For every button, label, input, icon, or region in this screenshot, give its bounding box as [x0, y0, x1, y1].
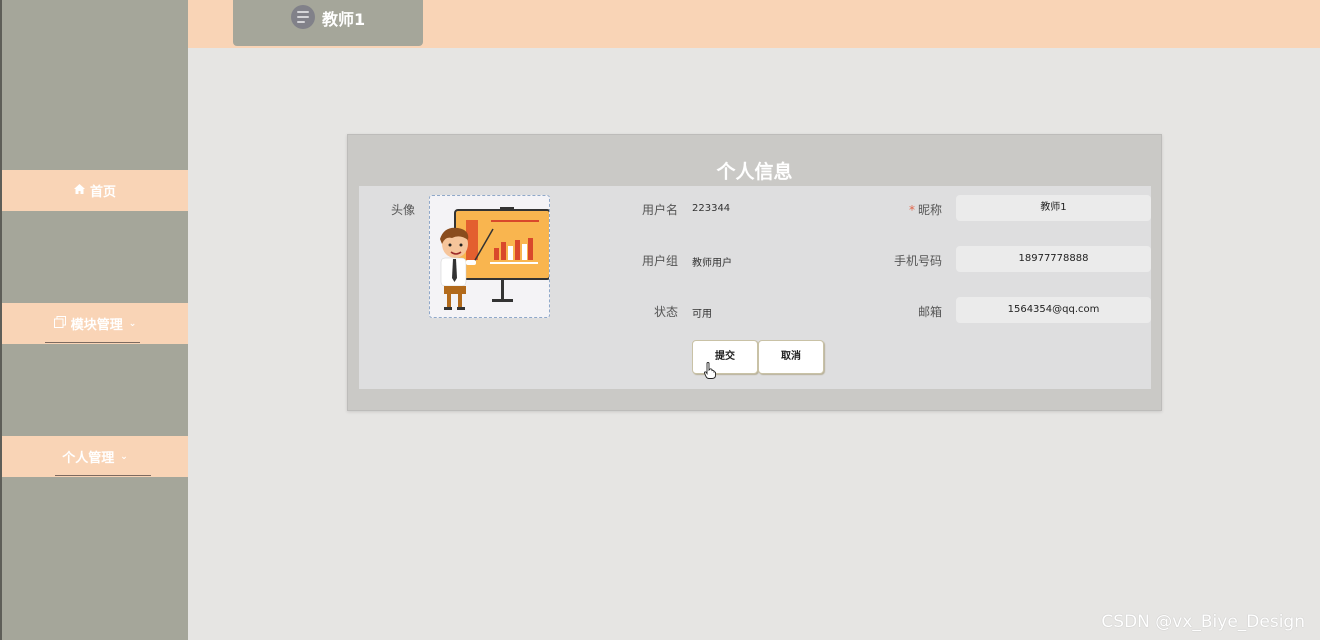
email-label: 邮箱: [917, 305, 942, 319]
group-label: 用户组: [641, 254, 678, 268]
user-avatar-icon: [291, 5, 315, 29]
avatar-label: 头像: [390, 203, 415, 217]
chevron-down-icon: ⌄: [120, 451, 128, 462]
username-label: 用户名: [641, 203, 678, 217]
personal-info-card: 个人信息 头像 用户名 223344 用户组 教师用户 状态 可用 * 昵称 教…: [347, 134, 1162, 411]
user-tab[interactable]: 教师1: [233, 0, 423, 46]
nickname-label-text: 昵称: [917, 203, 942, 217]
status-label: 状态: [653, 305, 678, 319]
sidebar-item-module-management[interactable]: 模块管理 ⌄: [2, 303, 188, 344]
top-header: 教师1: [188, 0, 1320, 48]
chevron-down-icon: ⌄: [128, 318, 137, 329]
group-value: 教师用户: [692, 258, 732, 269]
copy-icon: [53, 316, 66, 331]
watermark-text: CSDN @vx_Biye_Design: [1101, 612, 1305, 632]
required-marker: *: [908, 203, 915, 217]
hand-cursor-icon: [704, 362, 716, 379]
phone-field[interactable]: 18977778888: [956, 246, 1151, 272]
avatar-upload[interactable]: [429, 195, 551, 318]
status-value: 可用: [692, 309, 712, 320]
nickname-label: * 昵称: [862, 201, 942, 218]
sidebar-item-label: 模块管理: [70, 318, 123, 333]
sidebar-item-label: 首页: [89, 185, 116, 200]
phone-label: 手机号码: [893, 254, 942, 268]
home-icon: [73, 184, 85, 197]
cancel-button[interactable]: 取消: [758, 340, 824, 374]
active-underline: [55, 475, 151, 476]
email-field[interactable]: 1564354@qq.com: [956, 297, 1151, 323]
active-underline: [45, 342, 140, 343]
sidebar-item-personal-management[interactable]: 个人管理 ⌄: [2, 436, 188, 477]
nickname-field[interactable]: 教师1: [956, 195, 1151, 221]
user-name: 教师1: [322, 10, 366, 29]
teacher-presentation-image: [440, 207, 551, 310]
sidebar-item-home[interactable]: 首页: [2, 170, 188, 211]
username-value: 223344: [692, 203, 731, 214]
personal-info-form: 头像 用户名 223344 用户组 教师用户 状态 可用 * 昵称 教师1 手机…: [359, 186, 1151, 389]
sidebar-item-label: 个人管理: [62, 451, 115, 466]
sidebar: 首页 模块管理 ⌄ 个人管理 ⌄: [0, 0, 188, 640]
page-title: 个人信息: [716, 161, 793, 183]
submit-button[interactable]: 提交: [692, 340, 758, 374]
